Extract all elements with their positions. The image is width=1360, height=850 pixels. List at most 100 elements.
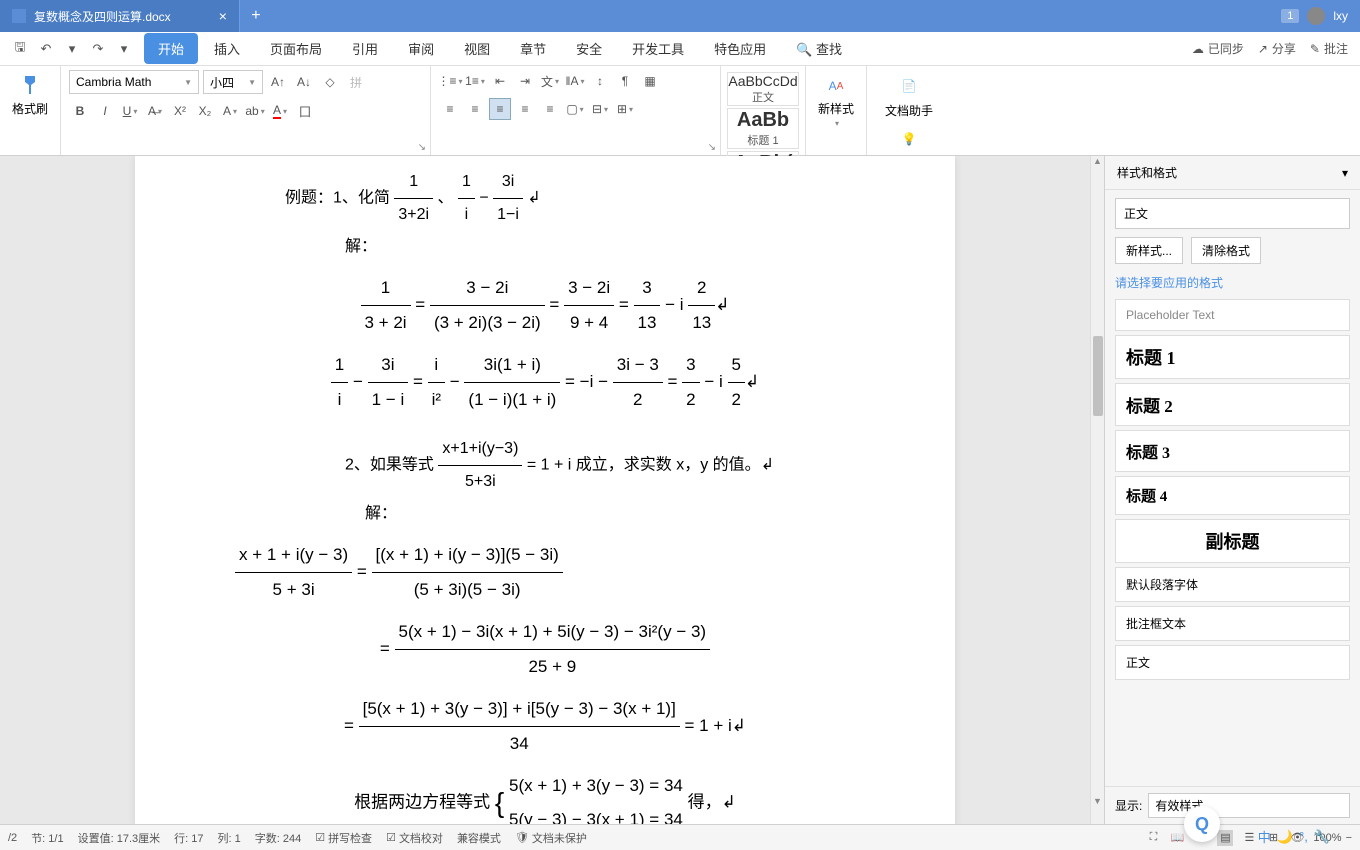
text-direction-button[interactable]: 文▾	[539, 70, 561, 92]
spellcheck-button[interactable]: ☑ 拼写检查	[315, 830, 372, 846]
document-tab[interactable]: 复数概念及四则运算.docx ×	[0, 0, 240, 32]
bold-button[interactable]: B	[69, 100, 91, 122]
doc-helper-button[interactable]: 📄文档助手	[875, 70, 943, 123]
align-distribute-button[interactable]: ≡	[514, 98, 536, 120]
add-tab-button[interactable]: +	[240, 7, 272, 25]
redo-dd-icon[interactable]: ▾	[114, 39, 134, 59]
undo-icon[interactable]: ↶	[36, 39, 56, 59]
tab-start[interactable]: 开始	[144, 33, 198, 64]
clear-format-icon[interactable]: ◇	[319, 71, 341, 93]
save-icon[interactable]: 🖫	[10, 39, 30, 59]
style-heading-3[interactable]: 标题 3	[1115, 430, 1350, 472]
align-left-button[interactable]: ≡	[439, 98, 461, 120]
tab-review[interactable]: 审阅	[394, 33, 448, 64]
tab-reference[interactable]: 引用	[338, 33, 392, 64]
notification-badge[interactable]: 1	[1281, 9, 1299, 23]
ime-settings-icon[interactable]: 🔧	[1314, 829, 1330, 845]
para-launcher-icon[interactable]: ↘	[708, 142, 716, 153]
annotate-button[interactable]: ✎ 批注	[1310, 40, 1348, 57]
assistant-float-icon[interactable]: Q	[1184, 806, 1220, 842]
undo-dd-icon[interactable]: ▾	[62, 39, 82, 59]
position-indicator[interactable]: 设置值: 17.3厘米	[78, 830, 161, 846]
read-view-icon[interactable]: 📖	[1169, 830, 1185, 846]
zoom-out-icon[interactable]: −	[1346, 832, 1352, 844]
scroll-thumb[interactable]	[1093, 336, 1103, 416]
scroll-down-icon[interactable]: ▼	[1091, 796, 1104, 810]
line-spacing-button[interactable]: ‖A▾	[564, 70, 586, 92]
grow-font-icon[interactable]: A↑	[267, 71, 289, 93]
decrease-indent-button[interactable]: ⇤	[489, 70, 511, 92]
shrink-font-icon[interactable]: A↓	[293, 71, 315, 93]
show-marks-button[interactable]: ¶	[614, 70, 636, 92]
subscript-button[interactable]: X₂	[194, 100, 216, 122]
style-placeholder[interactable]: Placeholder Text	[1115, 299, 1350, 331]
vertical-scrollbar[interactable]: ▲ ▼	[1090, 156, 1104, 824]
tabs-button[interactable]: ⊟▾	[589, 98, 611, 120]
style-normal[interactable]: AaBbCcDd正文	[727, 72, 799, 106]
ime-bar[interactable]: 中 🌙 °, 🔧	[1258, 827, 1330, 846]
new-style-button[interactable]: AA 新样式▾	[814, 70, 858, 132]
col-indicator[interactable]: 列: 1	[217, 830, 240, 846]
user-avatar-icon[interactable]	[1307, 7, 1325, 25]
font-size-select[interactable]: 小四▼	[203, 70, 263, 94]
tab-section[interactable]: 章节	[506, 33, 560, 64]
word-count[interactable]: 字数: 244	[255, 830, 301, 846]
fullscreen-icon[interactable]: ⛶	[1145, 830, 1161, 846]
highlight-button[interactable]: ab▾	[244, 100, 266, 122]
italic-button[interactable]: I	[94, 100, 116, 122]
tab-view[interactable]: 视图	[450, 33, 504, 64]
strikethrough-button[interactable]: A̶▾	[144, 100, 166, 122]
style-default-font[interactable]: 默认段落字体	[1115, 567, 1350, 602]
font-launcher-icon[interactable]: ↘	[418, 142, 426, 153]
underline-button[interactable]: U▾	[119, 100, 141, 122]
outline-view-icon[interactable]: ☰	[1241, 830, 1257, 846]
page[interactable]: 例题：1、化简 13+2i 、 1i − 3i1−i ↲ 解： 13 + 2i …	[135, 156, 955, 824]
phonetic-icon[interactable]: 拼	[345, 71, 367, 93]
para-settings-button[interactable]: ⊞▾	[614, 98, 636, 120]
show-filter-select[interactable]: 有效样式	[1148, 793, 1350, 818]
page-view-icon[interactable]: ▤	[1217, 830, 1233, 846]
scroll-up-icon[interactable]: ▲	[1091, 156, 1104, 170]
borders-button[interactable]: ▦	[639, 70, 661, 92]
redo-icon[interactable]: ↷	[88, 39, 108, 59]
tab-find[interactable]: 🔍 查找	[782, 33, 856, 64]
style-heading-2[interactable]: 标题 2	[1115, 383, 1350, 426]
style-heading-4[interactable]: 标题 4	[1115, 476, 1350, 515]
current-style-display[interactable]: 正文	[1115, 198, 1350, 229]
char-shading-button[interactable]: 囗	[294, 100, 316, 122]
sort-button[interactable]: ↕	[589, 70, 611, 92]
section-indicator[interactable]: 节: 1/1	[31, 830, 63, 846]
new-style-button[interactable]: 新样式...	[1115, 237, 1183, 264]
row-indicator[interactable]: 行: 17	[174, 830, 203, 846]
superscript-button[interactable]: X²	[169, 100, 191, 122]
page-indicator[interactable]: /2	[8, 832, 17, 844]
panel-menu-icon[interactable]: ▾	[1342, 166, 1348, 180]
text-effects-button[interactable]: A▾	[219, 100, 241, 122]
font-name-select[interactable]: Cambria Math▼	[69, 70, 199, 94]
align-center-button[interactable]: ≡	[464, 98, 486, 120]
font-color-button[interactable]: A▾	[269, 100, 291, 122]
numbering-button[interactable]: 1≡▾	[464, 70, 486, 92]
style-subtitle[interactable]: 副标题	[1115, 519, 1350, 563]
style-comment-text[interactable]: 批注框文本	[1115, 606, 1350, 641]
tab-devtools[interactable]: 开发工具	[618, 33, 698, 64]
bullets-button[interactable]: ⋮≡▾	[439, 70, 461, 92]
moon-icon[interactable]: 🌙	[1277, 829, 1293, 845]
close-tab-icon[interactable]: ×	[219, 8, 227, 24]
style-body[interactable]: 正文	[1115, 645, 1350, 680]
shading-button[interactable]: ▢▾	[564, 98, 586, 120]
increase-indent-button[interactable]: ⇥	[514, 70, 536, 92]
clear-format-button[interactable]: 清除格式	[1191, 237, 1261, 264]
share-button[interactable]: ↗ 分享	[1258, 40, 1296, 57]
ime-punct-icon[interactable]: °,	[1299, 829, 1308, 844]
format-painter-button[interactable]: 格式刷	[8, 70, 52, 121]
protect-status[interactable]: 🛡 文档未保护	[515, 830, 587, 846]
align-right-button[interactable]: ≡	[539, 98, 561, 120]
document-area[interactable]: 例题：1、化简 13+2i 、 1i − 3i1−i ↲ 解： 13 + 2i …	[0, 156, 1090, 824]
sync-button[interactable]: ☁ 已同步	[1192, 40, 1244, 57]
tab-layout[interactable]: 页面布局	[256, 33, 336, 64]
style-heading1[interactable]: AaBb标题 1	[727, 108, 799, 149]
tab-security[interactable]: 安全	[562, 33, 616, 64]
proofread-button[interactable]: ☑ 文档校对	[386, 830, 443, 846]
align-justify-button[interactable]: ≡	[489, 98, 511, 120]
